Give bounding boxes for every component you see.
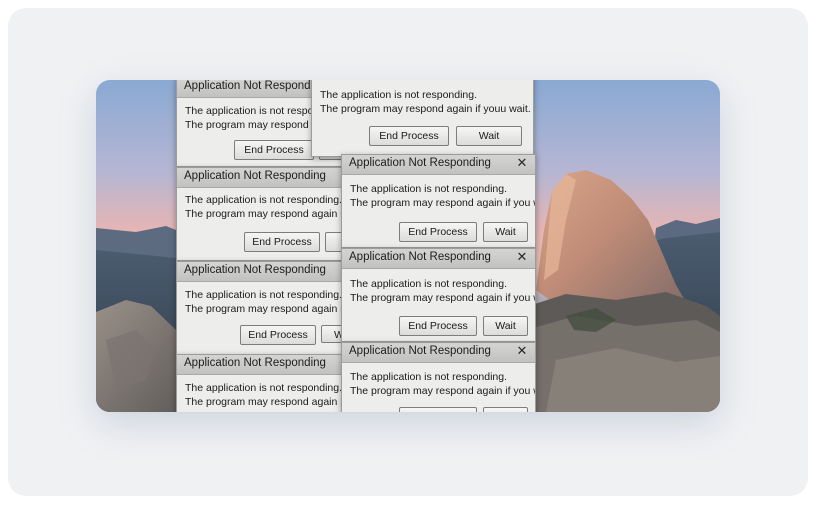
end-process-button[interactable]: End Process bbox=[244, 232, 320, 252]
message-line-2: The program may respond again if youu wa… bbox=[320, 103, 531, 115]
message-line-1: The application is not respondi bbox=[185, 105, 328, 117]
dialog-not-responding-d: Application Not Responding ✕ The applica… bbox=[341, 154, 536, 248]
wait-button[interactable] bbox=[483, 407, 528, 412]
dialog-title: Application Not Responding bbox=[184, 80, 326, 92]
end-process-button[interactable]: End Process bbox=[240, 325, 316, 345]
end-process-button[interactable]: End Process bbox=[369, 126, 449, 146]
message-line-2: The program may respond again if you wai… bbox=[350, 292, 536, 304]
close-icon[interactable]: ✕ bbox=[516, 344, 528, 357]
end-process-button[interactable]: End Process bbox=[234, 140, 314, 160]
end-process-button[interactable]: End Process bbox=[399, 222, 477, 242]
message-line-2: The program may respond again if you wai… bbox=[350, 385, 536, 397]
dialog-title: Application Not Responding bbox=[184, 264, 326, 276]
dialog-title: Application Not Responding bbox=[349, 251, 491, 263]
dialog-title-bar: Application Not Responding ✕ bbox=[342, 343, 535, 363]
dialog-title: Application Not Responding bbox=[349, 345, 491, 357]
close-icon[interactable]: ✕ bbox=[516, 250, 528, 263]
wait-button[interactable]: Wait bbox=[456, 126, 522, 146]
dialog-not-responding-h: Application Not Responding ✕ The applica… bbox=[341, 342, 536, 412]
dialog-title: Application Not Responding bbox=[184, 170, 326, 182]
dialog-title: Application Not Responding bbox=[349, 157, 491, 169]
wait-button[interactable]: Wait bbox=[483, 316, 528, 336]
message-line-1: The application is not responding. bbox=[185, 194, 343, 206]
message-line-1: The application is not responding. bbox=[320, 89, 478, 101]
dialog-title: Application Not Responding bbox=[184, 357, 326, 369]
message-line-1: The application is not responding. bbox=[350, 183, 508, 195]
message-line-2: The program may respond again if you wai… bbox=[350, 197, 536, 209]
close-icon[interactable]: ✕ bbox=[516, 156, 528, 169]
desktop-screen: Application Not Responding The applicati… bbox=[96, 80, 720, 412]
dialog-not-responding-b: The application is not responding. The p… bbox=[311, 80, 534, 157]
message-line-2: The program may respond aga bbox=[185, 119, 330, 131]
message-line-1: The application is not responding. bbox=[350, 371, 508, 383]
end-process-button[interactable]: End Process bbox=[399, 316, 477, 336]
message-line-1: The application is not responding. bbox=[350, 278, 508, 290]
wait-button[interactable]: Wait bbox=[483, 222, 528, 242]
dialog-not-responding-f: Application Not Responding ✕ The applica… bbox=[341, 248, 536, 342]
message-line-1: The application is not responding. bbox=[185, 289, 343, 301]
message-line-1: The application is not responding. bbox=[185, 382, 343, 394]
dialog-title-bar: Application Not Responding ✕ bbox=[342, 249, 535, 269]
dialog-title-bar: Application Not Responding ✕ bbox=[342, 155, 535, 175]
end-process-button[interactable] bbox=[399, 407, 477, 412]
message-line-2: The program may respond again if yo bbox=[185, 303, 360, 315]
message-line-2: The program may respond again by yo bbox=[185, 396, 366, 408]
